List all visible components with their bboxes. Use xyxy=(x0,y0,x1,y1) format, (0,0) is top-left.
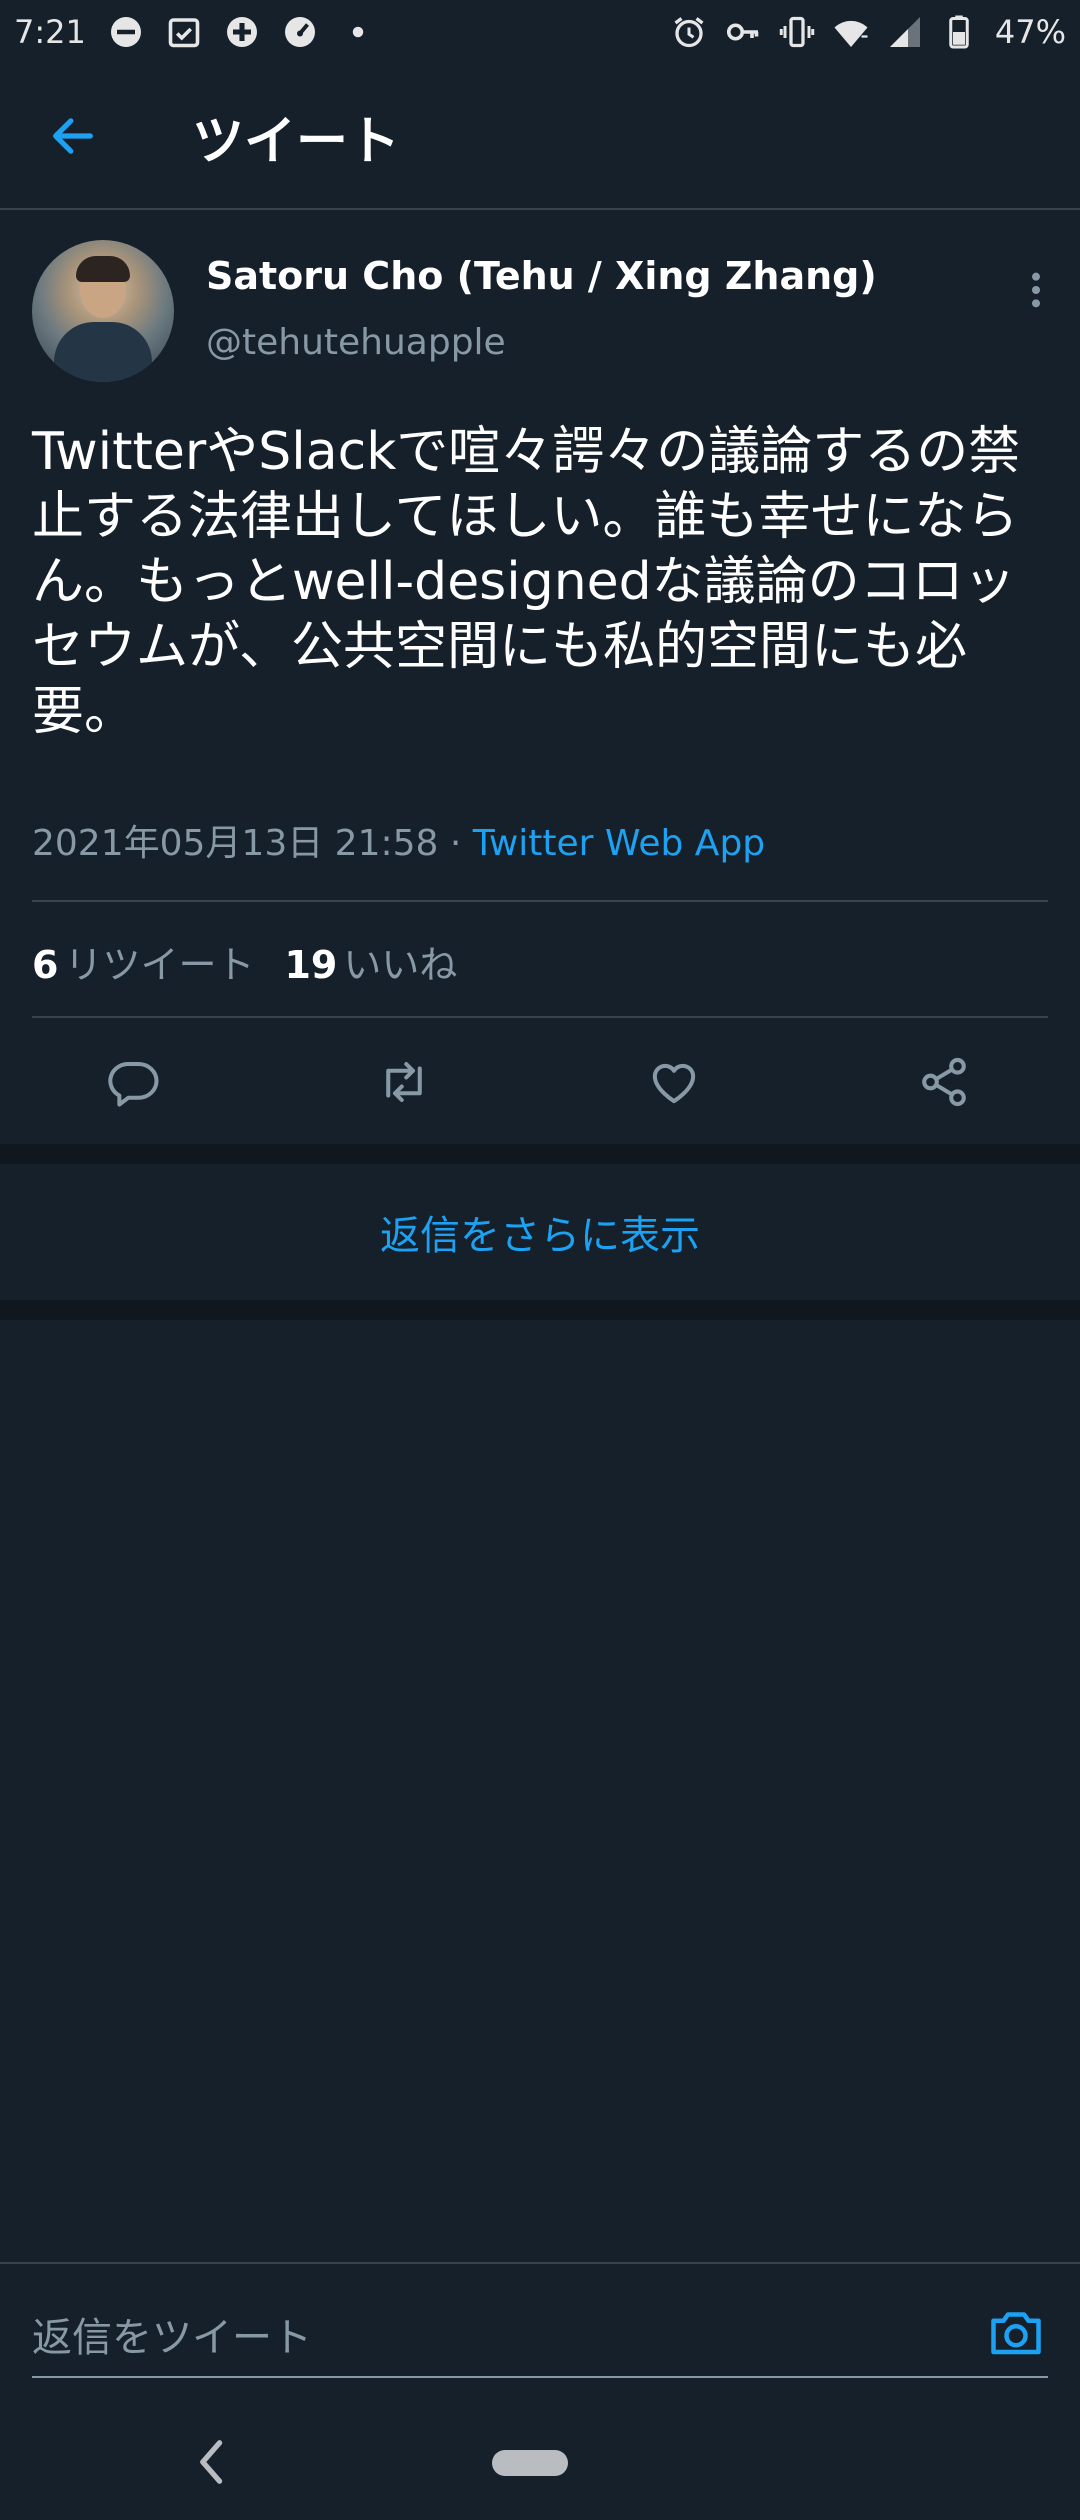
more-vertical-icon xyxy=(1032,272,1040,308)
status-right: 47% xyxy=(671,13,1066,51)
author-handle[interactable]: @tehutehuapple xyxy=(206,322,506,363)
signal-icon xyxy=(887,14,923,50)
meta-separator: · xyxy=(438,823,473,864)
like-count: 19 xyxy=(284,943,338,987)
reply-input[interactable] xyxy=(32,2300,892,2376)
medical-plus-icon xyxy=(224,14,260,50)
show-more-replies-button[interactable]: 返信をさらに表示 xyxy=(0,1164,1080,1300)
back-button[interactable] xyxy=(0,63,146,209)
arrow-left-icon xyxy=(53,118,93,154)
divider xyxy=(32,900,1048,902)
screen: 7:21 47% ツイート Satoru Cho (Tehu / Xing Zh… xyxy=(0,0,1080,2520)
vibrate-icon xyxy=(779,14,815,50)
camera-icon xyxy=(991,2312,1041,2355)
like-stat[interactable]: 19 いいね xyxy=(284,934,457,989)
system-nav-bar xyxy=(0,2392,1080,2520)
wifi-icon xyxy=(833,14,869,50)
tweet-timestamp: 2021年05月13日 21:58 xyxy=(32,823,439,864)
app-bar: ツイート xyxy=(0,64,1080,210)
chevron-left-icon xyxy=(200,2440,223,2484)
tweet-meta: 2021年05月13日 21:58 · Twitter Web App xyxy=(32,814,765,866)
composer-top-border xyxy=(0,2262,1080,2264)
tweet: Satoru Cho (Tehu / Xing Zhang) @tehutehu… xyxy=(32,240,1048,864)
speedometer-icon xyxy=(282,14,318,50)
battery-percent: 47% xyxy=(994,13,1066,51)
section-separator xyxy=(0,1144,1080,1164)
reply-input-underline xyxy=(32,2376,1048,2378)
status-time: 7:21 xyxy=(14,13,86,51)
avatar[interactable] xyxy=(32,240,174,382)
more-options-button[interactable] xyxy=(1016,264,1056,316)
tweet-text: TwitterやSlackで喧々諤々の議論するの禁止する法律出してほしい。誰も幸… xyxy=(32,422,1021,742)
do-not-disturb-icon xyxy=(108,14,144,50)
reply-icon xyxy=(108,1061,159,1107)
tweet-stats: 6 リツイート 19 いいね xyxy=(32,934,457,989)
dot-icon xyxy=(340,14,376,50)
reply-button[interactable] xyxy=(104,1052,164,1112)
retweet-icon xyxy=(386,1061,422,1103)
camera-button[interactable] xyxy=(986,2302,1046,2362)
retweet-button[interactable] xyxy=(374,1052,434,1112)
status-bar: 7:21 47% xyxy=(0,0,1080,64)
retweet-stat[interactable]: 6 リツイート xyxy=(32,934,254,989)
status-left: 7:21 xyxy=(14,13,376,51)
calendar-check-icon xyxy=(166,14,202,50)
divider xyxy=(32,1016,1048,1018)
share-button[interactable] xyxy=(914,1052,974,1112)
author-name[interactable]: Satoru Cho (Tehu / Xing Zhang) xyxy=(206,254,877,298)
retweet-label: リツイート xyxy=(64,943,255,987)
like-label: いいね xyxy=(343,943,458,987)
alarm-icon xyxy=(671,14,707,50)
key-icon xyxy=(725,14,761,50)
battery-icon xyxy=(941,14,977,50)
tweet-author: Satoru Cho (Tehu / Xing Zhang) @tehutehu… xyxy=(32,240,1048,392)
like-button[interactable] xyxy=(644,1052,704,1112)
section-separator xyxy=(0,1300,1080,1320)
system-back-button[interactable] xyxy=(180,2432,240,2492)
like-icon xyxy=(652,1063,696,1104)
retweet-count: 6 xyxy=(32,943,59,987)
tweet-actions xyxy=(0,1030,1080,1132)
tweet-source-link[interactable]: Twitter Web App xyxy=(473,823,765,864)
system-home-pill[interactable] xyxy=(492,2450,568,2476)
page-title: ツイート xyxy=(192,111,401,172)
share-icon xyxy=(922,1057,966,1107)
